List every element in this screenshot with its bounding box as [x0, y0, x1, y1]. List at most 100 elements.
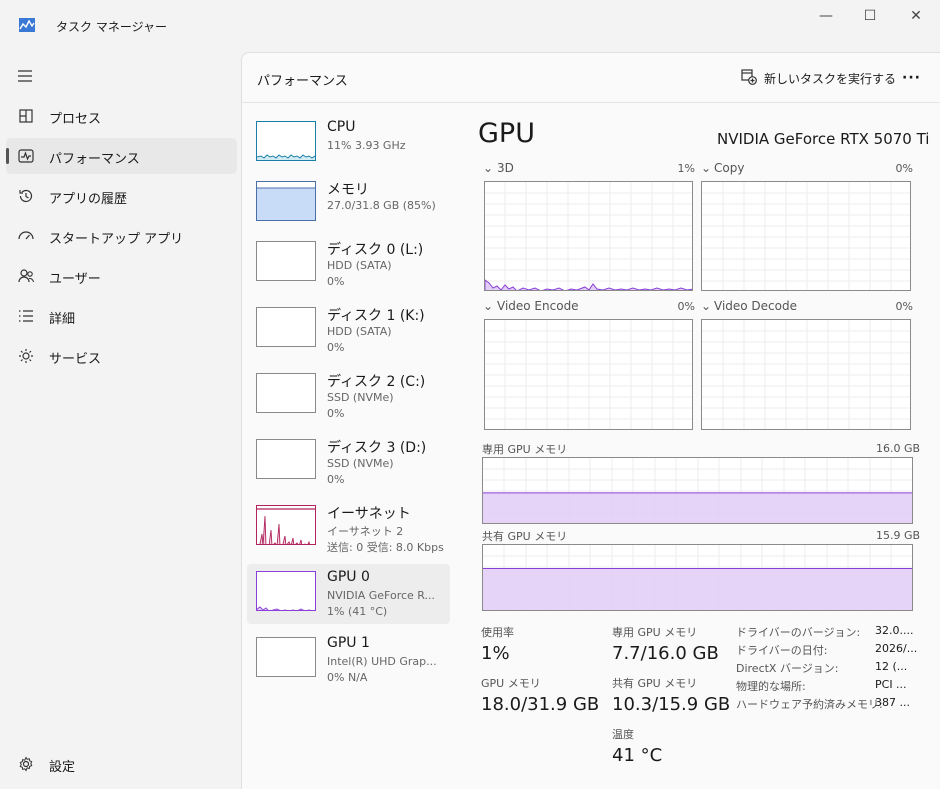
engine-selector-video-decode[interactable]: ⌄ Video Decode 0%: [701, 299, 913, 315]
sidebar-item-label: プロセス: [49, 112, 102, 127]
device-detail: NVIDIA GeForce R...: [327, 589, 436, 602]
device-name: GPU 0: [327, 569, 370, 585]
physical-location-label: 物理的な場所:: [736, 680, 806, 693]
new-task-icon: [740, 68, 758, 90]
details-icon: [17, 307, 35, 325]
device-name: CPU: [327, 119, 356, 135]
device-usage: 0% N/A: [327, 671, 368, 684]
device-item-ethernet[interactable]: イーサネット イーサネット 2 送信: 0 受信: 8.0 Kbps: [247, 498, 450, 558]
sidebar-item-label: パフォーマンス: [49, 152, 140, 167]
run-new-task-label: 新しいタスクを実行する: [764, 72, 897, 86]
device-usage: 0%: [327, 341, 345, 354]
sidebar-item-label: 詳細: [49, 312, 76, 327]
engine-selector-video-encode[interactable]: ⌄ Video Encode 0%: [483, 299, 695, 315]
chevron-down-icon: ⌄: [701, 299, 712, 313]
device-item-disk-3[interactable]: ディスク 3 (D:) SSD (NVMe) 0%: [247, 432, 450, 492]
dedicated-memory-graph: [482, 457, 913, 524]
driver-version-value: 32.0....: [875, 624, 914, 637]
device-item-disk-0[interactable]: ディスク 0 (L:) HDD (SATA) 0%: [247, 234, 450, 294]
hardware-reserved-memory-label: ハードウェア予約済みメモリ:: [736, 698, 883, 711]
gpu-memory-label: GPU メモリ: [481, 677, 541, 690]
temperature-label: 温度: [612, 728, 634, 741]
task-manager-app-icon: [19, 17, 35, 32]
engine-selector-3d[interactable]: ⌄ 3D 1%: [483, 161, 695, 177]
device-detail: 27.0/31.8 GB (85%): [327, 199, 436, 212]
device-detail: 11% 3.93 GHz: [327, 139, 406, 152]
device-name: イーサネット: [327, 506, 411, 522]
sidebar-item-services[interactable]: サービス: [6, 338, 237, 374]
device-name: ディスク 2 (C:): [327, 374, 426, 390]
shared-memory-graph-max: 15.9 GB: [876, 529, 921, 542]
physical-location-value: PCI ...: [875, 678, 907, 691]
sidebar-item-app-history[interactable]: アプリの履歴: [6, 178, 237, 214]
memory-thumbnail-graph: [256, 181, 316, 221]
dedicated-memory-graph-max: 16.0 GB: [876, 442, 921, 455]
device-usage: 0%: [327, 275, 345, 288]
more-options-button[interactable]: ···: [902, 70, 924, 86]
gear-icon: [17, 755, 35, 773]
device-item-disk-2[interactable]: ディスク 2 (C:) SSD (NVMe) 0%: [247, 366, 450, 426]
driver-version-label: ドライバーのバージョン:: [736, 626, 861, 639]
device-usage: 0%: [327, 407, 345, 420]
device-name: ディスク 3 (D:): [327, 440, 427, 456]
device-detail: SSD (NVMe): [327, 391, 394, 404]
engine-percent: 0%: [895, 300, 913, 313]
driver-date-value: 2026/...: [875, 642, 918, 655]
sidebar-item-details[interactable]: 詳細: [6, 298, 237, 334]
dedicated-memory-graph-label: 専用 GPU メモリ: [482, 443, 568, 456]
ethernet-thumbnail-graph: [256, 505, 316, 545]
hamburger-menu-icon[interactable]: [16, 68, 34, 84]
selection-indicator: [6, 148, 9, 164]
device-name: ディスク 1 (K:): [327, 308, 425, 324]
sidebar-item-label: スタートアップ アプリ: [49, 232, 184, 247]
gpu-thumbnail-graph: [256, 637, 316, 677]
device-item-disk-1[interactable]: ディスク 1 (K:) HDD (SATA) 0%: [247, 300, 450, 360]
device-detail: SSD (NVMe): [327, 457, 394, 470]
device-detail: HDD (SATA): [327, 325, 392, 338]
header-divider: [242, 102, 940, 103]
device-usage: 0%: [327, 473, 345, 486]
device-detail: HDD (SATA): [327, 259, 392, 272]
performance-icon: [17, 147, 35, 165]
device-item-gpu-1[interactable]: GPU 1 Intel(R) UHD Grap... 0% N/A: [247, 630, 450, 690]
engine-selector-copy[interactable]: ⌄ Copy 0%: [701, 161, 913, 177]
page-title: パフォーマンス: [257, 74, 348, 89]
sidebar-item-settings[interactable]: 設定: [6, 746, 237, 782]
maximize-button[interactable]: ☐: [858, 6, 882, 26]
dedicated-memory-fill: [483, 492, 912, 523]
shared-memory-graph-label: 共有 GPU メモリ: [482, 530, 568, 543]
minimize-button[interactable]: —: [814, 6, 838, 26]
sidebar-item-label: サービス: [49, 352, 102, 367]
dedicated-memory-label: 専用 GPU メモリ: [612, 626, 698, 639]
engine-label: Copy: [714, 161, 745, 175]
device-item-gpu-0[interactable]: GPU 0 NVIDIA GeForce R... 1% (41 °C): [247, 564, 450, 624]
device-usage: 1% (41 °C): [327, 605, 388, 618]
shared-memory-value: 10.3/15.9 GB: [612, 694, 731, 715]
device-item-memory[interactable]: メモリ 27.0/31.8 GB (85%): [247, 174, 450, 234]
sidebar-item-performance[interactable]: パフォーマンス: [6, 138, 237, 174]
shared-memory-graph: [482, 544, 913, 611]
device-usage: 送信: 0 受信: 8.0 Kbps: [327, 541, 444, 554]
utilization-value: 1%: [481, 643, 510, 664]
device-name: ディスク 0 (L:): [327, 242, 424, 258]
graph-3d: [484, 181, 693, 291]
gpu-thumbnail-graph: [256, 571, 316, 611]
engine-label: Video Decode: [714, 299, 797, 313]
users-icon: [17, 267, 35, 285]
graph-video-encode: [484, 319, 693, 430]
close-button[interactable]: ✕: [904, 6, 928, 26]
chevron-down-icon: ⌄: [701, 161, 712, 175]
sidebar-item-users[interactable]: ユーザー: [6, 258, 237, 294]
graph-copy: [701, 181, 911, 291]
sidebar-item-startup-apps[interactable]: スタートアップ アプリ: [6, 218, 237, 254]
device-name: GPU 1: [327, 635, 370, 651]
sidebar-item-processes[interactable]: プロセス: [6, 98, 237, 134]
device-item-cpu[interactable]: CPU 11% 3.93 GHz: [247, 114, 450, 174]
device-detail: イーサネット 2: [327, 525, 404, 538]
disk-thumbnail-graph: [256, 439, 316, 479]
app-history-icon: [17, 187, 35, 205]
services-icon: [17, 347, 35, 365]
chevron-down-icon: ⌄: [483, 161, 494, 175]
sidebar-item-label: ユーザー: [49, 272, 101, 287]
device-name: メモリ: [327, 182, 369, 198]
